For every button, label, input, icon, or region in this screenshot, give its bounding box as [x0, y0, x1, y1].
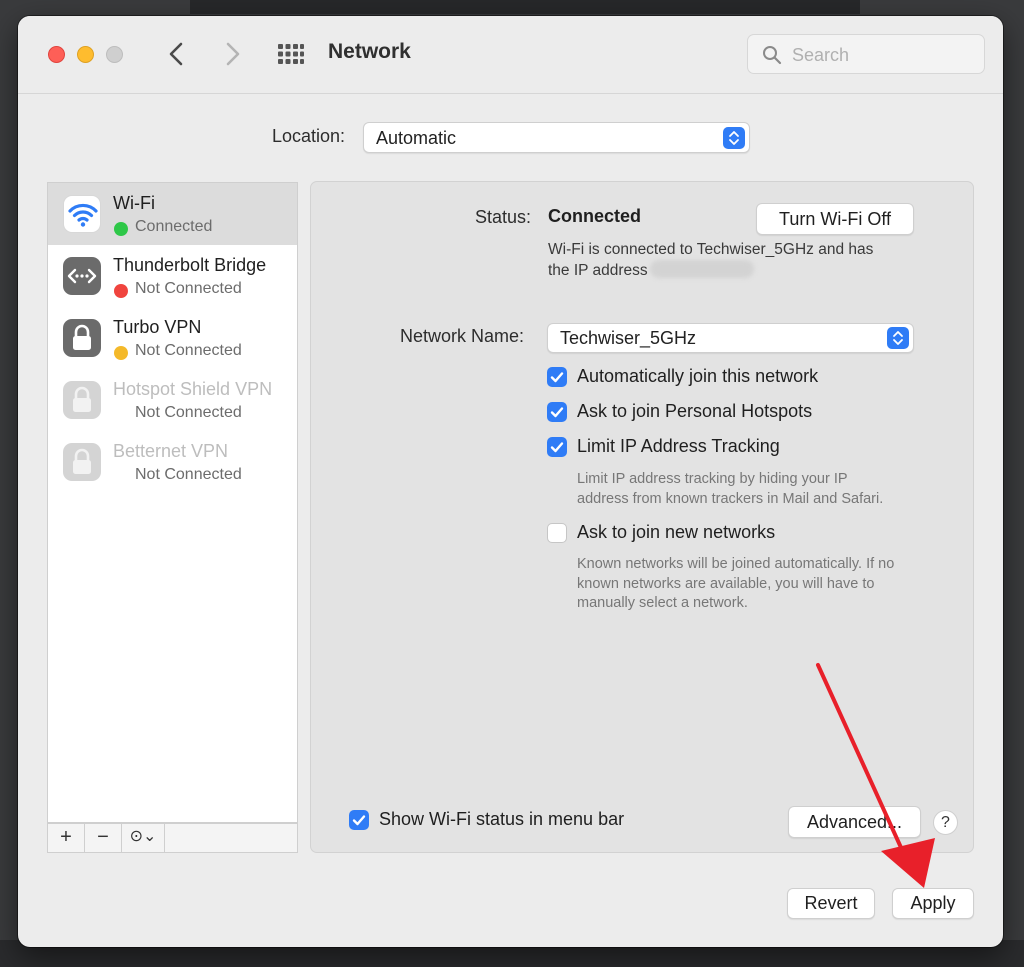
lock-icon: [63, 443, 101, 481]
hint-line: Limit IP address tracking by hiding your…: [577, 471, 848, 487]
service-status: Not Connected: [135, 466, 242, 483]
chevron-left-icon: [169, 42, 183, 66]
turn-wifi-off-button[interactable]: Turn Wi-Fi Off: [756, 203, 914, 235]
service-name: Betternet VPN: [113, 441, 229, 461]
status-dot-green: [114, 222, 128, 236]
service-item-wifi[interactable]: Wi-Fi Connected: [48, 183, 297, 245]
location-select[interactable]: Automatic: [363, 122, 750, 153]
service-name: Wi-Fi: [113, 193, 155, 213]
network-name-select[interactable]: Techwiser_5GHz: [547, 323, 914, 353]
zoom-window-button[interactable]: [106, 46, 123, 63]
show-all-grid-icon[interactable]: [277, 43, 305, 65]
personal-hotspots-checkbox[interactable]: [547, 402, 567, 422]
network-services-list: Wi-Fi Connected Thunderbolt Bridge Not C…: [47, 182, 298, 823]
lock-icon: [63, 319, 101, 357]
personal-hotspots-label[interactable]: Ask to join Personal Hotspots: [577, 401, 812, 422]
limit-ip-tracking-label[interactable]: Limit IP Address Tracking: [577, 436, 780, 457]
search-field[interactable]: [747, 34, 985, 74]
help-button[interactable]: ?: [933, 810, 958, 835]
close-window-button[interactable]: [48, 46, 65, 63]
forward-button[interactable]: [217, 38, 247, 70]
hint-line: known networks are available, you will h…: [577, 575, 875, 592]
wifi-icon: [63, 195, 101, 233]
chevron-right-icon: [226, 42, 240, 66]
service-item-turbo-vpn[interactable]: Turbo VPN Not Connected: [48, 307, 297, 369]
location-label: Location:: [272, 126, 346, 146]
search-icon: [763, 46, 782, 65]
service-item-thunderbolt-bridge[interactable]: Thunderbolt Bridge Not Connected: [48, 245, 297, 307]
service-name: Hotspot Shield VPN: [113, 379, 273, 399]
advanced-button[interactable]: Advanced...: [788, 806, 921, 838]
apply-button[interactable]: Apply: [892, 888, 974, 919]
location-stepper-icon: [723, 127, 745, 149]
lock-icon: [63, 381, 101, 419]
auto-join-label[interactable]: Automatically join this network: [577, 366, 818, 387]
back-button[interactable]: [162, 38, 192, 70]
action-menu-button[interactable]: ⊙⌄: [122, 824, 165, 852]
ask-new-networks-label[interactable]: Ask to join new networks: [577, 522, 775, 543]
service-item-betternet-vpn[interactable]: Betternet VPN Not Connected: [48, 431, 297, 493]
network-name-value: Techwiser_5GHz: [560, 328, 697, 348]
checkmark-icon: [550, 442, 564, 453]
hint-line: manually select a network.: [577, 595, 748, 611]
minimize-window-button[interactable]: [77, 46, 94, 63]
service-name: Turbo VPN: [113, 317, 202, 337]
checkmark-icon: [550, 407, 564, 418]
redacted-ip-address: [649, 260, 754, 278]
hint-line: Known networks will be joined automatica…: [577, 556, 895, 572]
revert-button[interactable]: Revert: [787, 888, 875, 919]
limit-ip-tracking-hint: Limit IP address tracking by hiding your…: [577, 470, 883, 509]
service-status: Not Connected: [135, 342, 242, 359]
service-status: Not Connected: [135, 404, 242, 421]
checkmark-icon: [550, 372, 564, 383]
ask-new-networks-hint: Known networks will be joined automatica…: [577, 555, 894, 614]
status-value: Connected: [548, 206, 642, 226]
ask-new-networks-checkbox[interactable]: [547, 523, 567, 543]
remove-service-button[interactable]: −: [85, 824, 122, 852]
service-status: Not Connected: [135, 280, 242, 297]
show-wifi-status-checkbox[interactable]: [349, 810, 369, 830]
status-description-line: the IP address: [548, 260, 928, 281]
wifi-detail-panel: [310, 181, 974, 853]
checkmark-icon: [352, 815, 366, 826]
network-name-label: Network Name:: [400, 326, 525, 346]
limit-ip-tracking-checkbox[interactable]: [547, 437, 567, 457]
status-dot-yellow: [114, 346, 128, 360]
status-description: Wi-Fi is connected to Techwiser_5GHz and…: [548, 239, 928, 281]
show-wifi-status-label[interactable]: Show Wi-Fi status in menu bar: [379, 809, 624, 830]
thunderbolt-bridge-icon: [63, 257, 101, 295]
desktop-background-strip: [190, 0, 860, 14]
service-status: Connected: [135, 218, 213, 235]
status-dot-red: [114, 284, 128, 298]
title-bar: Network: [18, 16, 1003, 94]
window-title: Network: [328, 40, 411, 63]
services-toolbar: + − ⊙⌄: [47, 823, 298, 853]
service-name: Thunderbolt Bridge: [113, 255, 267, 275]
search-input[interactable]: [792, 44, 972, 66]
service-item-hotspot-shield-vpn[interactable]: Hotspot Shield VPN Not Connected: [48, 369, 297, 431]
network-stepper-icon: [887, 327, 909, 349]
status-label: Status:: [475, 207, 532, 227]
network-preferences-window: Network Location: Automatic: [18, 16, 1003, 947]
location-value: Automatic: [376, 128, 457, 148]
ip-address-label: the IP address: [548, 262, 648, 279]
add-service-button[interactable]: +: [48, 824, 85, 852]
status-description-line: Wi-Fi is connected to Techwiser_5GHz and…: [548, 241, 874, 258]
hint-line: address from known trackers in Mail and …: [577, 490, 884, 507]
auto-join-checkbox[interactable]: [547, 367, 567, 387]
